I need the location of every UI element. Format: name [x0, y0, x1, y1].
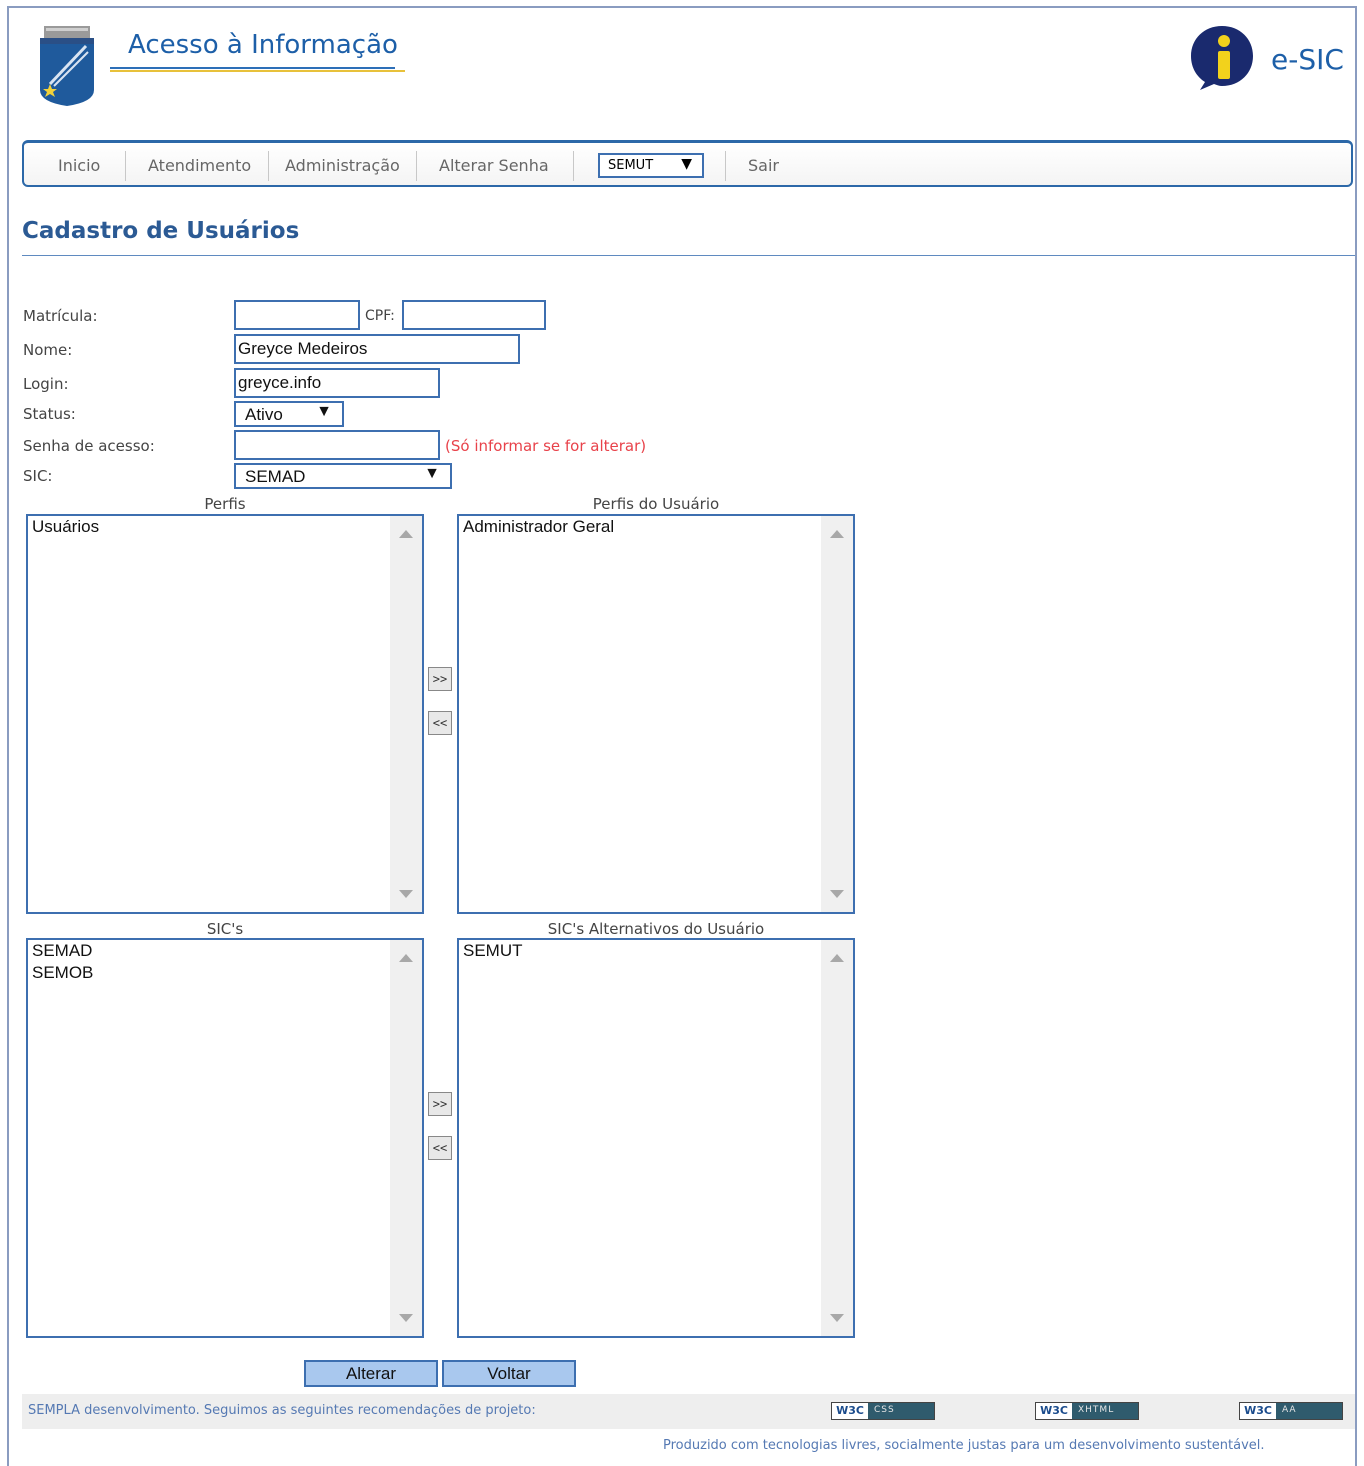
matricula-label: Matrícula:: [23, 307, 98, 325]
list-item[interactable]: SEMAD: [32, 940, 93, 962]
scrollbar[interactable]: [821, 940, 853, 1336]
menu-item-sair[interactable]: Sair: [748, 156, 779, 175]
menu-item-inicio[interactable]: Inicio: [58, 156, 100, 175]
page-title: Cadastro de Usuários: [22, 218, 300, 244]
perfis-caption: Perfis: [204, 495, 246, 513]
matricula-input[interactable]: [234, 300, 360, 330]
chevron-down-icon: ▼: [316, 403, 332, 420]
senha-label: Senha de acesso:: [23, 437, 155, 455]
senha-hint: (Só informar se for alterar): [445, 437, 647, 455]
sics-available-list[interactable]: SEMAD SEMOB: [26, 938, 424, 1338]
sics-alternativos-caption: SIC's Alternativos do Usuário: [547, 920, 765, 938]
w3c-logo-icon: W3C: [1036, 1403, 1072, 1419]
menu-separator: [725, 151, 726, 181]
scrollbar[interactable]: [390, 940, 422, 1336]
brasao-logo-icon: [40, 26, 94, 106]
status-value: Ativo: [245, 405, 283, 424]
page-title-divider: [22, 255, 1355, 256]
site-title: Acesso à Informação: [128, 30, 398, 60]
login-label: Login:: [23, 375, 69, 393]
w3c-xhtml-badge[interactable]: W3C XHTML: [1035, 1402, 1139, 1420]
remove-perfil-button[interactable]: <<: [428, 711, 452, 735]
scroll-down-icon[interactable]: [399, 890, 413, 898]
w3c-css-badge[interactable]: W3C CSS: [831, 1402, 935, 1420]
nome-input[interactable]: [234, 334, 520, 364]
add-perfil-button[interactable]: >>: [428, 667, 452, 691]
perfis-usuario-caption: Perfis do Usuário: [592, 495, 720, 513]
perfis-assigned-list[interactable]: Administrador Geral: [457, 514, 855, 914]
menu-item-alterar-senha[interactable]: Alterar Senha: [439, 156, 549, 175]
scrollbar[interactable]: [821, 516, 853, 912]
alterar-button[interactable]: Alterar: [304, 1360, 438, 1387]
chevron-down-icon: ▼: [424, 465, 440, 482]
w3c-logo-icon: W3C: [832, 1403, 868, 1419]
menu-separator: [125, 151, 126, 181]
w3c-logo-icon: W3C: [1240, 1403, 1276, 1419]
sic-label: SIC:: [23, 467, 53, 485]
footer-text: SEMPLA desenvolvimento. Seguimos as segu…: [28, 1403, 536, 1418]
w3c-aa-badge[interactable]: W3C AA: [1239, 1402, 1343, 1420]
list-item[interactable]: Usuários: [32, 516, 99, 538]
menu-separator: [416, 151, 417, 181]
cpf-input[interactable]: [402, 300, 546, 330]
badge-kind: AA: [1282, 1405, 1297, 1415]
scroll-up-icon[interactable]: [399, 954, 413, 962]
produced-with-text: Produzido com tecnologias livres, social…: [663, 1438, 1265, 1453]
scroll-up-icon[interactable]: [830, 954, 844, 962]
perfis-available-list[interactable]: Usuários: [26, 514, 424, 914]
menu-separator: [573, 151, 574, 181]
menu-item-atendimento[interactable]: Atendimento: [148, 156, 251, 175]
sic-value: SEMAD: [245, 467, 306, 486]
badge-kind: XHTML: [1078, 1405, 1115, 1415]
voltar-button[interactable]: Voltar: [442, 1360, 576, 1387]
remove-sic-button[interactable]: <<: [428, 1136, 452, 1160]
scroll-down-icon[interactable]: [830, 890, 844, 898]
add-sic-button[interactable]: >>: [428, 1092, 452, 1116]
status-label: Status:: [23, 405, 76, 423]
login-input[interactable]: [234, 368, 440, 398]
scroll-up-icon[interactable]: [830, 530, 844, 538]
sic-select[interactable]: SEMAD ▼: [234, 463, 452, 489]
scroll-down-icon[interactable]: [399, 1314, 413, 1322]
scrollbar[interactable]: [390, 516, 422, 912]
main-menu: Inicio Atendimento Administração Alterar…: [22, 140, 1353, 187]
status-select[interactable]: Ativo ▼: [234, 401, 344, 427]
sics-assigned-list[interactable]: SEMUT: [457, 938, 855, 1338]
badge-kind: CSS: [874, 1405, 895, 1415]
footer: SEMPLA desenvolvimento. Seguimos as segu…: [22, 1394, 1355, 1429]
sics-caption: SIC's: [206, 920, 244, 938]
scroll-down-icon[interactable]: [830, 1314, 844, 1322]
senha-input[interactable]: [234, 430, 440, 460]
list-item[interactable]: Administrador Geral: [463, 516, 614, 538]
cpf-label: CPF:: [365, 308, 395, 324]
sic-switch-select[interactable]: SEMUT ▼: [598, 153, 704, 178]
title-underline: [110, 67, 395, 69]
sic-switch-value: SEMUT: [608, 158, 654, 173]
list-item[interactable]: SEMOB: [32, 962, 93, 984]
nome-label: Nome:: [23, 341, 73, 359]
list-item[interactable]: SEMUT: [463, 940, 523, 962]
scroll-up-icon[interactable]: [399, 530, 413, 538]
information-icon: [1191, 26, 1253, 90]
menu-separator: [268, 151, 269, 181]
chevron-down-icon: ▼: [681, 156, 692, 172]
esic-label: e-SIC: [1271, 43, 1344, 76]
menu-item-administracao[interactable]: Administração: [285, 156, 400, 175]
title-underline-accent: [110, 70, 405, 72]
